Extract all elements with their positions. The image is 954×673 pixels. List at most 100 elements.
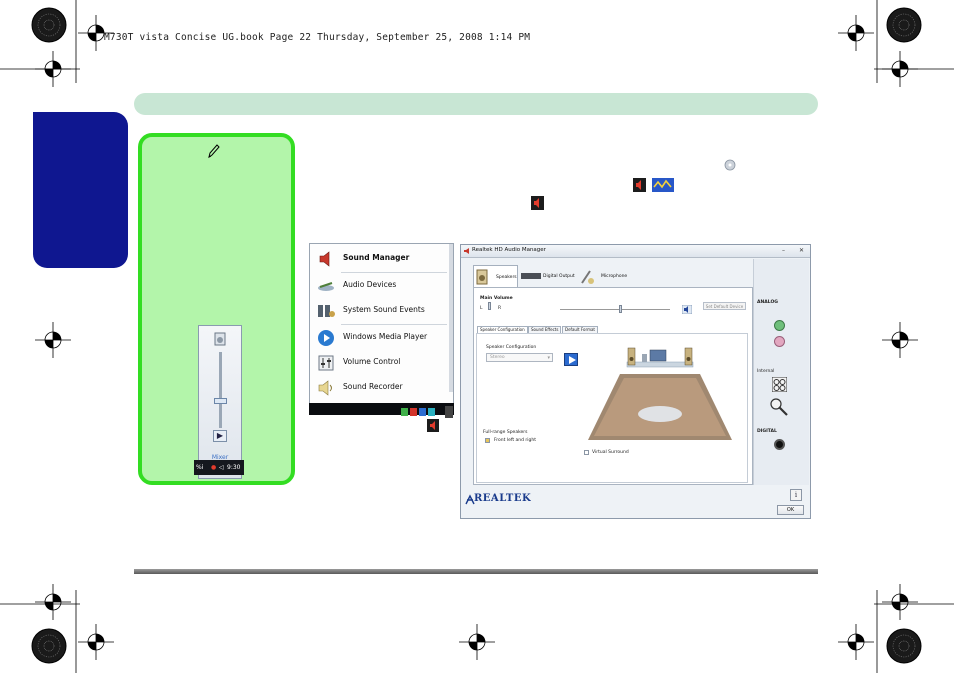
internal-speakers-icon[interactable] xyxy=(772,377,787,392)
starburst-mark xyxy=(886,628,922,664)
menu-scrollbar[interactable] xyxy=(449,244,453,392)
menu-item-label: Sound Manager xyxy=(343,253,410,262)
disc-icon xyxy=(724,159,736,171)
target-mark xyxy=(838,15,874,51)
internal-microphone-icon[interactable] xyxy=(769,397,791,417)
language-side-tab xyxy=(33,112,128,268)
volume-slider-thumb[interactable] xyxy=(214,398,227,404)
menu-item-sound-recorder[interactable]: Sound Recorder xyxy=(312,377,448,399)
main-volume-track[interactable] xyxy=(560,309,670,310)
digital-label: DIGITAL xyxy=(757,429,777,434)
chapter-title-bar xyxy=(134,93,818,115)
starburst-mark xyxy=(31,628,67,664)
note-box: ▶ Mixer %i ● ◁ 9:30 xyxy=(138,133,295,485)
target-mark xyxy=(882,584,918,620)
window-title: Realtek HD Audio Manager xyxy=(472,247,546,253)
analog-label: ANALOG xyxy=(757,300,778,305)
media-player-icon xyxy=(318,330,334,346)
connector-panel: ANALOG Internal DIGITAL xyxy=(753,259,809,485)
menu-separator xyxy=(341,272,447,273)
mute-button[interactable]: ▶ xyxy=(213,430,227,442)
menu-item-label: Windows Media Player xyxy=(343,332,428,341)
menu-item-system-sound-events[interactable]: System Sound Events xyxy=(312,300,448,322)
fullrange-speakers-label: Full-range Speakers xyxy=(483,430,528,435)
internal-label: Internal xyxy=(757,369,775,374)
taskbar-tray xyxy=(309,403,454,418)
menu-separator xyxy=(341,324,447,325)
tray-volume-icon[interactable]: ◁ xyxy=(219,460,224,475)
volume-slider-track[interactable] xyxy=(219,352,222,428)
volume-mute-icon[interactable] xyxy=(682,305,692,314)
subtab-speaker-configuration[interactable]: Speaker Configuration xyxy=(477,326,528,333)
realtek-audio-manager-window: Realtek HD Audio Manager – ✕ Speakers Di… xyxy=(460,244,811,519)
tray-icons xyxy=(401,406,453,418)
realtek-tray-icon xyxy=(652,178,674,192)
main-volume-label: Main Volume xyxy=(480,296,513,301)
target-mark xyxy=(35,322,71,358)
balance-left-label: L xyxy=(480,306,483,311)
target-mark xyxy=(78,624,114,660)
speaker-configuration-pane: Speaker Configuration Stereo ▾ Full-range… xyxy=(476,333,748,483)
speaker-config-label: Speaker Configuration xyxy=(486,345,537,350)
chevron-down-icon: ▾ xyxy=(547,355,550,361)
menu-item-label: Audio Devices xyxy=(343,280,397,289)
speaker-icon xyxy=(319,251,330,267)
speakers-tab-icon xyxy=(476,269,488,285)
digital-output-icon xyxy=(521,273,541,279)
virtual-surround-checkbox[interactable] xyxy=(584,450,589,455)
analog-pink-jack[interactable] xyxy=(774,336,785,347)
balance-slider-thumb[interactable] xyxy=(488,302,491,310)
sound-events-icon xyxy=(318,305,335,317)
tray-time: 9:30 xyxy=(227,464,241,471)
window-titlebar[interactable]: Realtek HD Audio Manager – ✕ xyxy=(461,245,810,258)
subtab-sound-effects[interactable]: Sound Effects xyxy=(528,326,562,333)
tab-label: Microphone xyxy=(601,274,628,279)
ok-button[interactable]: OK xyxy=(777,505,804,515)
speaker-config-value: Stereo xyxy=(490,355,505,360)
realtek-logo: REALTEK xyxy=(474,493,532,504)
target-mark xyxy=(882,51,918,87)
subtab-default-format[interactable]: Default Format xyxy=(562,326,598,333)
print-header: M730T vista Concise UG.book Page 22 Thur… xyxy=(104,32,531,43)
target-mark xyxy=(459,624,495,660)
digital-output-jack[interactable] xyxy=(774,439,785,450)
target-mark xyxy=(35,584,71,620)
tab-label: Speakers xyxy=(496,275,517,280)
analog-green-jack[interactable] xyxy=(774,320,785,331)
speaker-icon xyxy=(427,419,439,432)
info-button[interactable]: i xyxy=(790,489,802,501)
menu-item-label: System Sound Events xyxy=(343,305,425,314)
tab-microphone[interactable]: Microphone xyxy=(577,265,631,287)
menu-item-audio-devices[interactable]: Audio Devices xyxy=(312,275,448,297)
window-footer: REALTEK i OK xyxy=(461,485,810,518)
speaker-device-icon xyxy=(214,332,226,346)
sound-recorder-icon xyxy=(318,380,332,396)
footer-rule xyxy=(134,569,818,574)
speaker-config-select[interactable]: Stereo ▾ xyxy=(486,353,553,362)
menu-item-volume-control[interactable]: Volume Control xyxy=(312,352,448,374)
tab-label: Digital Output xyxy=(543,274,575,279)
minimize-button[interactable]: – xyxy=(779,247,788,255)
volume-control-icon xyxy=(318,355,334,371)
pencil-icon xyxy=(208,144,220,159)
realtek-app-icon xyxy=(464,248,469,254)
target-mark xyxy=(35,51,71,87)
room-visualization xyxy=(588,347,732,440)
main-volume-thumb[interactable] xyxy=(618,305,622,313)
menu-item-windows-media-player[interactable]: Windows Media Player xyxy=(312,327,448,349)
speaker-icon xyxy=(531,196,544,210)
starburst-mark xyxy=(31,7,67,43)
tray-speaker-icon[interactable]: ● xyxy=(211,460,216,475)
virtual-surround-label: Virtual Surround xyxy=(592,450,629,455)
menu-item-sound-manager[interactable]: Sound Manager xyxy=(312,248,448,270)
menu-item-label: Volume Control xyxy=(343,357,401,366)
microphone-icon xyxy=(581,270,594,284)
target-mark xyxy=(838,624,874,660)
menu-item-label: Sound Recorder xyxy=(343,382,403,391)
tab-speakers[interactable]: Speakers xyxy=(473,265,518,287)
set-default-device-button[interactable]: Set Default Device xyxy=(703,302,746,310)
tab-digital-output[interactable]: Digital Output xyxy=(519,265,575,287)
close-button[interactable]: ✕ xyxy=(797,247,806,255)
front-left-right-checkbox[interactable] xyxy=(485,438,490,443)
play-test-button[interactable] xyxy=(564,353,578,366)
